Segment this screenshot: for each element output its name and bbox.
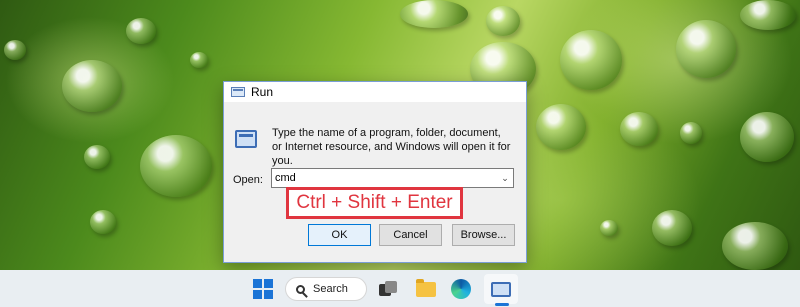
active-indicator <box>495 303 509 306</box>
windows-start-icon[interactable] <box>250 276 276 302</box>
edge-icon[interactable] <box>448 276 474 302</box>
run-dialog-title: Run <box>251 85 274 99</box>
water-drop <box>84 145 110 169</box>
task-view-icon[interactable] <box>375 276 401 302</box>
file-explorer-icon[interactable] <box>413 276 439 302</box>
water-drop <box>62 60 122 112</box>
water-drop <box>600 220 618 236</box>
water-drop <box>620 112 658 146</box>
water-drop <box>4 40 26 60</box>
run-program-icon <box>235 130 257 148</box>
run-dialog: Run Type the name of a program, folder, … <box>223 81 527 263</box>
run-icon <box>231 87 245 97</box>
water-drop <box>560 30 622 90</box>
cancel-button[interactable]: Cancel <box>379 224 442 246</box>
taskbar: Search <box>0 270 800 307</box>
water-drop <box>652 210 692 246</box>
run-dialog-description: Type the name of a program, folder, docu… <box>272 127 511 167</box>
chevron-down-icon[interactable]: ⌄ <box>497 173 513 184</box>
open-input[interactable] <box>272 170 497 186</box>
water-drop <box>140 135 212 197</box>
search-icon <box>296 284 305 294</box>
search-label: Search <box>313 283 348 295</box>
water-drop <box>740 0 796 30</box>
browse-button[interactable]: Browse... <box>452 224 515 246</box>
water-drop <box>536 104 586 150</box>
water-drop <box>722 222 788 270</box>
water-drop <box>400 0 468 28</box>
taskbar-search[interactable]: Search <box>285 277 367 301</box>
water-drop <box>740 112 794 162</box>
water-drop <box>126 18 156 44</box>
water-drop <box>486 6 520 36</box>
run-app-icon[interactable] <box>488 276 514 302</box>
water-drop <box>680 122 702 144</box>
shortcut-callout: Ctrl + Shift + Enter <box>286 187 463 219</box>
run-dialog-titlebar[interactable]: Run <box>224 82 526 102</box>
ok-button[interactable]: OK <box>308 224 371 246</box>
water-drop <box>676 20 736 78</box>
water-drop <box>190 52 208 68</box>
water-drop <box>90 210 116 234</box>
open-combobox[interactable]: ⌄ <box>271 168 514 188</box>
open-label: Open: <box>233 174 263 186</box>
